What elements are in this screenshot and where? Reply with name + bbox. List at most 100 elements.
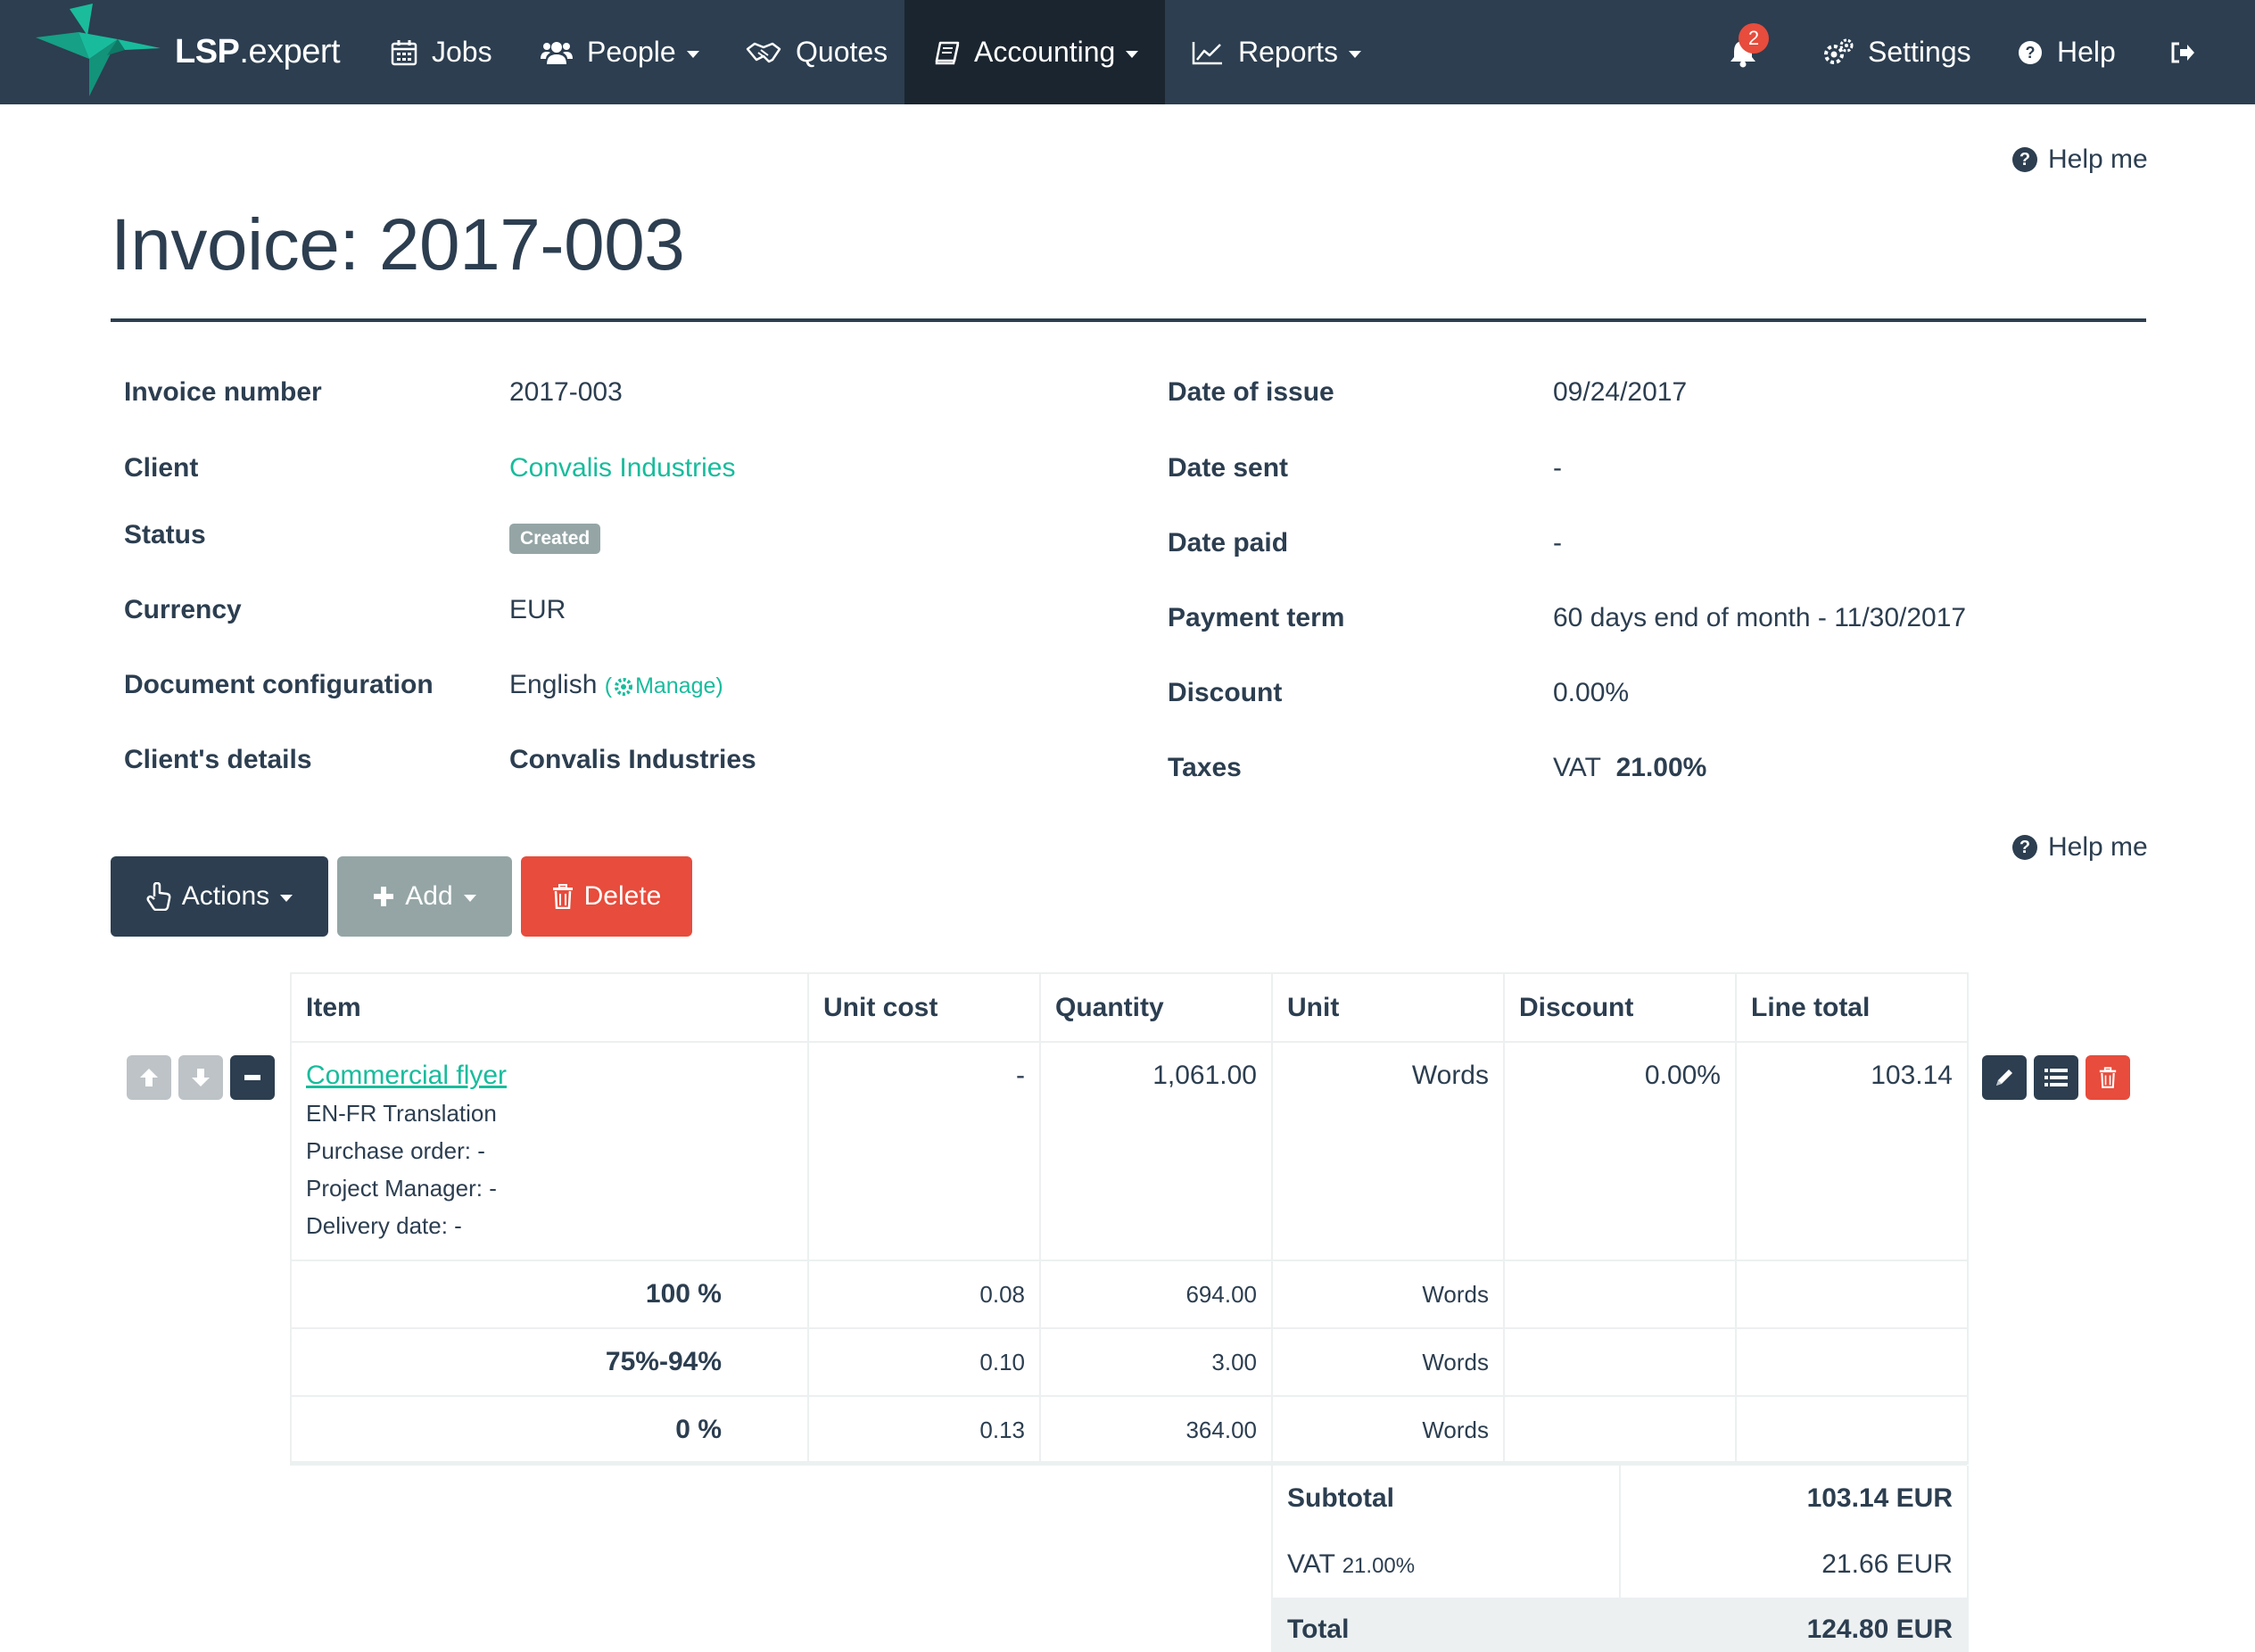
- nav-reports[interactable]: Reports: [1192, 0, 1362, 104]
- table-row: Commercial flyer EN-FR Translation Purch…: [290, 1041, 1969, 1261]
- column-header-line-total: Line total: [1735, 972, 1969, 1043]
- date-sent-value: -: [1553, 453, 1562, 483]
- table-row: 100 % 0.08 694.00 Words: [290, 1260, 1969, 1329]
- tier-name: 75%-94%: [290, 1327, 809, 1397]
- item-details: EN-FR Translation Purchase order: - Proj…: [306, 1100, 497, 1239]
- tier-name: 100 %: [290, 1260, 809, 1329]
- arrow-up-icon: [140, 1069, 158, 1086]
- currency-label: Currency: [124, 595, 242, 624]
- quantity-cell: 1,061.00: [1039, 1041, 1273, 1261]
- hummingbird-logo-icon: [36, 3, 161, 96]
- discount-cell: 0.00%: [1503, 1041, 1737, 1261]
- tier-name: 0 %: [290, 1395, 809, 1465]
- nav-accounting[interactable]: Accounting: [904, 0, 1165, 104]
- date-of-issue-value: 09/24/2017: [1553, 377, 1688, 407]
- nav-people[interactable]: People: [541, 0, 699, 104]
- book-icon: [935, 41, 960, 64]
- discount-value: 0.00%: [1553, 678, 1630, 707]
- payment-term-value: 60 days end of month - 11/30/2017: [1553, 603, 1967, 632]
- taxes-label: Taxes: [1168, 753, 1242, 782]
- invoice-number-value: 2017-003: [509, 377, 623, 407]
- total-row: Total 124.80 EUR: [1271, 1598, 1969, 1652]
- tier-quantity: 364.00: [1039, 1395, 1273, 1465]
- column-header-quantity: Quantity: [1039, 972, 1273, 1043]
- move-down-button[interactable]: [178, 1055, 223, 1100]
- list-icon: [2044, 1069, 2068, 1086]
- vat-value: 21.66 EUR: [1619, 1532, 1969, 1598]
- manage-link[interactable]: (Manage): [605, 673, 723, 698]
- plus-icon: [374, 887, 394, 906]
- delete-button[interactable]: Delete: [521, 856, 692, 937]
- tier-unit: Words: [1271, 1327, 1505, 1397]
- edit-row-button[interactable]: [1982, 1055, 2027, 1100]
- date-sent-label: Date sent: [1168, 453, 1289, 483]
- clients-details-label: Client's details: [124, 745, 312, 774]
- collapse-row-button[interactable]: [230, 1055, 275, 1100]
- subtotal-row: Subtotal 103.14 EUR: [1271, 1466, 1969, 1532]
- client-label: Client: [124, 453, 199, 483]
- column-header-discount: Discount: [1503, 972, 1737, 1043]
- chevron-down-icon: [1349, 50, 1362, 58]
- nav-quotes[interactable]: Quotes: [746, 0, 888, 104]
- item-cell: Commercial flyer EN-FR Translation Purch…: [290, 1041, 809, 1261]
- tier-unit: Words: [1271, 1395, 1505, 1465]
- move-up-button[interactable]: [127, 1055, 171, 1100]
- clients-details-value: Convalis Industries: [509, 745, 756, 774]
- delete-row-button[interactable]: [2086, 1055, 2130, 1100]
- actions-dropdown-button[interactable]: Actions: [111, 856, 328, 937]
- payment-term-label: Payment term: [1168, 603, 1345, 632]
- calendar-icon: [391, 39, 417, 65]
- brand[interactable]: LSP.expert: [36, 0, 341, 104]
- svg-text:?: ?: [2026, 44, 2036, 62]
- add-dropdown-button[interactable]: Add: [337, 856, 512, 937]
- line-total-cell: 103.14: [1735, 1041, 1969, 1261]
- tier-unit-cost: 0.10: [807, 1327, 1041, 1397]
- client-link[interactable]: Convalis Industries: [509, 453, 735, 483]
- table-row: 75%-94% 0.10 3.00 Words: [290, 1327, 1969, 1397]
- date-of-issue-label: Date of issue: [1168, 377, 1334, 407]
- item-name-link[interactable]: Commercial flyer: [306, 1061, 507, 1090]
- chevron-down-icon: [686, 50, 699, 58]
- minus-icon: [244, 1075, 260, 1080]
- page-title: Invoice: 2017-003: [111, 204, 685, 285]
- nav-jobs[interactable]: Jobs: [391, 0, 492, 104]
- help-me-link-top[interactable]: ? Help me: [2012, 145, 2148, 175]
- gears-icon: [1824, 38, 1854, 64]
- notification-count-badge: 2: [1739, 23, 1769, 54]
- line-chart-icon: [1192, 41, 1222, 64]
- gear-icon: [615, 678, 633, 697]
- date-paid-label: Date paid: [1168, 528, 1289, 558]
- arrow-down-icon: [192, 1069, 210, 1086]
- pencil-icon: [1996, 1070, 2012, 1086]
- column-header-item: Item: [290, 972, 809, 1043]
- discount-label: Discount: [1168, 678, 1283, 707]
- unit-cost-cell: -: [807, 1041, 1041, 1261]
- title-divider: [111, 318, 2146, 322]
- handshake-icon: [746, 42, 781, 62]
- question-circle-icon: ?: [2012, 147, 2037, 172]
- nav-help[interactable]: ? Help: [2018, 0, 2116, 104]
- chevron-down-icon: [463, 895, 476, 902]
- help-me-link-items[interactable]: ? Help me: [2012, 832, 2148, 863]
- trash-icon: [2099, 1067, 2117, 1088]
- invoice-totals: Subtotal 103.14 EUR VAT 21.00% 21.66 EUR…: [1271, 1466, 1969, 1652]
- document-configuration-label: Document configuration: [124, 670, 434, 699]
- subtotal-label: Subtotal: [1271, 1466, 1621, 1532]
- tier-quantity: 3.00: [1039, 1327, 1273, 1397]
- currency-value: EUR: [509, 595, 566, 624]
- logout[interactable]: [2169, 0, 2210, 104]
- total-value: 124.80 EUR: [1619, 1598, 1969, 1652]
- nav-settings[interactable]: Settings: [1823, 0, 1971, 104]
- question-circle-icon: ?: [2019, 40, 2042, 64]
- column-header-unit-cost: Unit cost: [807, 972, 1041, 1043]
- date-paid-value: -: [1553, 528, 1562, 558]
- total-label: Total: [1271, 1598, 1621, 1652]
- column-header-unit: Unit: [1271, 972, 1505, 1043]
- row-details-button[interactable]: [2034, 1055, 2078, 1100]
- top-navbar: LSP.expert Jobs People Quotes Accounting…: [0, 0, 2255, 104]
- subtotal-value: 103.14 EUR: [1619, 1466, 1969, 1532]
- table-header-row: Item Unit cost Quantity Unit Discount Li…: [290, 972, 1969, 1043]
- document-configuration-value: English (Manage): [509, 670, 723, 699]
- users-icon: [541, 41, 573, 64]
- invoice-number-label: Invoice number: [124, 377, 322, 407]
